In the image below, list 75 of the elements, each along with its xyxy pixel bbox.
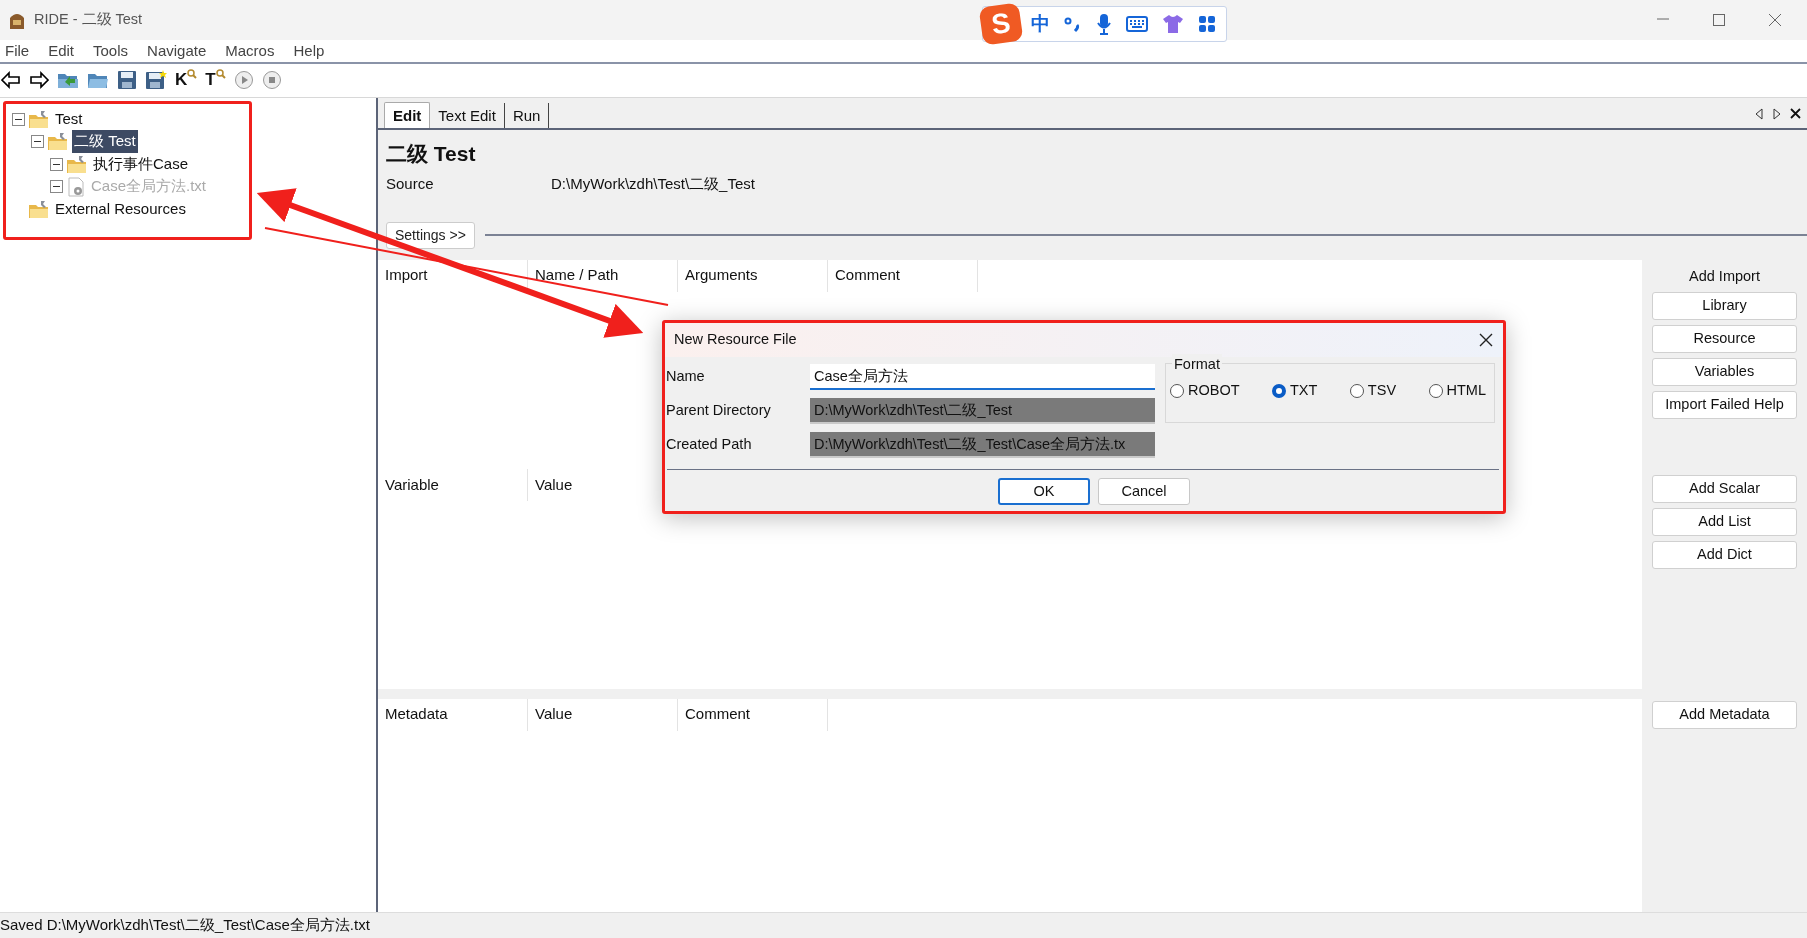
menu-item[interactable]: Macros [225, 39, 275, 63]
section-label: Add Import [1689, 266, 1760, 286]
column-header: Comment [828, 259, 978, 292]
shirt-icon[interactable] [1162, 14, 1184, 34]
input-mode-toggle[interactable]: 中 [1031, 9, 1050, 39]
side-button[interactable]: Resource [1652, 325, 1797, 354]
text-field[interactable]: Case全局方法 [810, 364, 1155, 390]
field-label: Name [665, 367, 706, 387]
close-icon[interactable] [1479, 333, 1493, 347]
source-path: D:\MyWork\zdh\Test\二级_Test [551, 174, 755, 195]
menu-item[interactable]: Navigate [147, 39, 207, 63]
apps-icon[interactable] [1198, 15, 1216, 33]
radio-label[interactable]: ROBOT [1188, 380, 1240, 402]
folder-icon [28, 199, 50, 219]
folder-icon [66, 154, 88, 174]
tree-item[interactable]: Test [53, 107, 85, 131]
column-header: Name / Path [528, 259, 678, 292]
collapse-icon[interactable] [50, 157, 63, 171]
side-button[interactable]: Add Dict [1652, 541, 1797, 570]
window-title: RIDE - 二级 Test [34, 10, 143, 30]
radio-button[interactable] [1428, 383, 1443, 398]
radio-button[interactable] [1170, 383, 1184, 398]
play-icon[interactable] [233, 70, 254, 91]
tab[interactable]: Edit [384, 101, 431, 128]
radio-label[interactable]: TSV [1367, 380, 1397, 402]
radio-label[interactable]: HTML [1446, 380, 1486, 402]
radio-label[interactable]: TXT [1290, 380, 1318, 402]
menu-item[interactable]: Tools [93, 39, 129, 63]
column-header: Comment [678, 698, 828, 731]
column-header: Arguments [678, 259, 828, 292]
keyboard-icon[interactable] [1126, 16, 1148, 32]
tab[interactable]: Text Edit [430, 102, 505, 128]
column-header: Import [378, 259, 528, 292]
scroll-right-icon[interactable] [1772, 107, 1782, 120]
dialog-button[interactable]: Cancel [1098, 478, 1190, 505]
save-all-icon[interactable] [145, 70, 167, 91]
side-button[interactable]: Variables [1652, 358, 1797, 387]
column-header: Variable [378, 469, 528, 502]
file-gear-icon [66, 176, 86, 197]
scroll-left-icon[interactable] [1754, 107, 1764, 120]
side-button[interactable]: Import Failed Help [1652, 391, 1797, 420]
side-button[interactable]: Add Scalar [1652, 475, 1797, 504]
menu-item[interactable]: Help [293, 39, 325, 63]
page-title: 二级 Test [385, 140, 477, 167]
side-button[interactable]: Add List [1652, 508, 1797, 537]
side-button[interactable]: Add Metadata [1652, 700, 1797, 729]
tree-item[interactable]: 执行事件Case [91, 152, 191, 176]
side-button[interactable]: Library [1652, 292, 1797, 321]
radio-button[interactable] [1349, 383, 1364, 398]
dialog-button[interactable]: OK [998, 478, 1090, 505]
maximize-icon[interactable] [1711, 12, 1727, 28]
field-label: Created Path [665, 435, 753, 455]
folder-icon [47, 132, 69, 152]
column-header: Value [528, 698, 678, 731]
back-arrow-icon[interactable] [1, 70, 21, 91]
forward-arrow-icon[interactable] [29, 70, 49, 91]
save-icon[interactable] [117, 70, 137, 91]
collapse-icon[interactable] [12, 112, 25, 126]
tree-item[interactable]: External Resources [53, 197, 188, 221]
menu-item[interactable]: File [5, 39, 30, 63]
collapse-icon[interactable] [31, 135, 44, 149]
field-label: Parent Directory [665, 401, 772, 421]
tab[interactable]: Run [504, 102, 550, 128]
column-header: Metadata [378, 698, 528, 731]
close-icon[interactable] [1790, 108, 1801, 120]
microphone-icon[interactable] [1096, 13, 1112, 35]
radio-button[interactable] [1272, 383, 1286, 398]
settings-button[interactable]: Settings >> [386, 221, 475, 249]
status-text: Saved D:\MyWork\zdh\Test\二级_Test\Case全局方法.txt [0, 915, 370, 936]
dialog-title: New Resource File [674, 330, 797, 350]
field-label: Source [386, 174, 435, 195]
tree-item[interactable]: 二级 Test [72, 130, 138, 153]
folder-icon [28, 109, 50, 129]
stop-icon[interactable] [261, 70, 282, 91]
menu-item[interactable]: Edit [48, 39, 75, 63]
